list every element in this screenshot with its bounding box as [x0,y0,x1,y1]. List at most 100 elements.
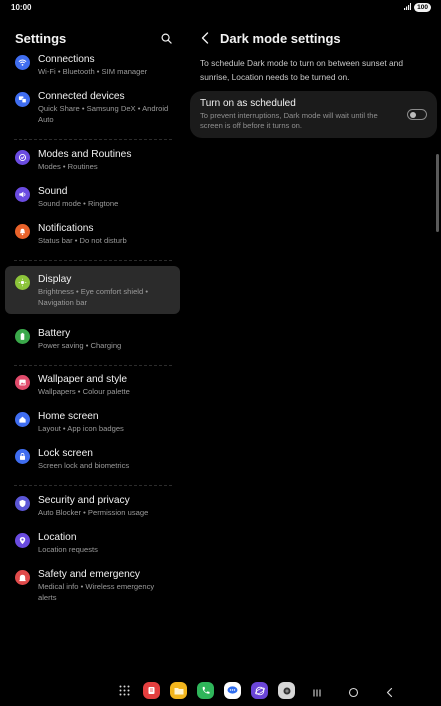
settings-item-text: Display Brightness • Eye comfort shield •… [38,274,172,308]
settings-item-title: Notifications [38,223,94,234]
apps-grid-icon[interactable] [116,682,133,699]
settings-item-text: Location Location requests [38,532,98,555]
dark-mode-pane: Dark mode settings To schedule Dark mode… [190,22,441,672]
turn-on-as-scheduled-setting[interactable]: Turn on as scheduled To prevent interrup… [190,91,437,138]
home-button-icon[interactable] [348,685,359,703]
settings-item-wallpaper[interactable]: Wallpaper and style Wallpapers • Colour p… [0,374,186,397]
search-icon[interactable] [160,32,172,44]
settings-item-title: Display [38,274,72,285]
settings-item-subtitle: Auto Blocker • Permission usage [38,508,149,517]
settings-item-title: Sound [38,186,68,197]
settings-item-subtitle: Location requests [38,545,98,554]
setting-subtitle: To prevent interruptions, Dark mode will… [200,111,378,130]
settings-item-subtitle: Screen lock and biometrics [38,461,130,470]
settings-item-display[interactable]: Display Brightness • Eye comfort shield •… [5,266,180,314]
navigation-bar [0,680,441,706]
settings-list-pane: Settings Connections Wi-Fi • Bluetooth • … [0,22,186,672]
taskbar-apps [116,682,295,699]
location-required-description: To schedule Dark mode to turn on between… [200,58,403,82]
settings-item-subtitle: Medical info • Wireless emergency alerts [38,582,155,602]
recents-icon[interactable] [312,685,322,703]
settings-item-subtitle: Quick Share • Samsung DeX • Android Auto [38,104,169,124]
settings-item-title: Home screen [38,411,99,422]
settings-item-battery[interactable]: Battery Power saving • Charging [0,328,186,351]
settings-item-text: Connected devices Quick Share • Samsung D… [38,91,173,125]
settings-item-lock-screen[interactable]: Lock screen Screen lock and biometrics [0,448,186,471]
settings-item-home-screen[interactable]: Home screen Layout • App icon badges [0,411,186,434]
settings-item-text: Modes and Routines Modes • Routines [38,149,131,172]
settings-item-subtitle: Wallpapers • Colour palette [38,387,130,396]
settings-item-title: Battery [38,328,71,339]
internet-icon[interactable] [251,682,268,699]
status-right: 100 [404,2,431,12]
detail-header: Dark mode settings [190,22,441,54]
home-icon [15,412,30,427]
scrollbar[interactable] [436,154,439,232]
system-navigation [312,685,394,703]
settings-item-text: Connections Wi-Fi • Bluetooth • SIM manag… [38,54,147,77]
sun-icon [15,275,30,290]
settings-item-title: Safety and emergency [38,569,140,580]
battery-icon: 100 [414,2,431,12]
camera-icon[interactable] [278,682,295,699]
page-title: Settings [15,30,67,46]
settings-item-location[interactable]: Location Location requests [0,532,186,555]
section-divider [14,365,172,366]
settings-item-safety[interactable]: Safety and emergency Medical info • Wirel… [0,569,186,603]
speaker-icon [15,187,30,202]
settings-item-title: Security and privacy [38,495,130,506]
settings-item-subtitle: Layout • App icon badges [38,424,124,433]
routines-icon [15,150,30,165]
settings-item-subtitle: Status bar • Do not disturb [38,236,127,245]
setting-text: Turn on as scheduled To prevent interrup… [200,98,399,131]
section-divider [14,485,172,486]
settings-item-text: Battery Power saving • Charging [38,328,121,351]
detail-title: Dark mode settings [220,30,341,46]
settings-item-subtitle: Power saving • Charging [38,341,122,350]
section-divider [14,139,172,140]
battery-icon [15,329,30,344]
settings-item-title: Modes and Routines [38,149,132,160]
back-icon[interactable] [198,31,212,45]
settings-item-text: Home screen Layout • App icon badges [38,411,124,434]
settings-item-notifications[interactable]: Notifications Status bar • Do not disturb [0,223,186,246]
settings-header: Settings [0,22,186,54]
location-icon [15,533,30,548]
settings-item-title: Location [38,532,77,543]
settings-item-text: Lock screen Screen lock and biometrics [38,448,129,471]
samsung-notes-icon[interactable] [143,682,160,699]
wifi-icon [15,55,30,70]
settings-item-subtitle: Brightness • Eye comfort shield • Naviga… [38,287,148,307]
settings-item-security[interactable]: Security and privacy Auto Blocker • Permi… [0,495,186,518]
setting-title: Turn on as scheduled [200,98,296,109]
settings-item-text: Sound Sound mode • Ringtone [38,186,118,209]
back-nav-icon[interactable] [385,685,394,703]
wallpaper-icon [15,375,30,390]
settings-item-text: Notifications Status bar • Do not disturb [38,223,127,246]
settings-item-subtitle: Sound mode • Ringtone [38,199,119,208]
settings-item-title: Lock screen [38,448,93,459]
shield-icon [15,496,30,511]
my-files-icon[interactable] [170,682,187,699]
phone-icon[interactable] [197,682,214,699]
lock-icon [15,449,30,464]
messages-icon[interactable] [224,682,241,699]
bell-icon [15,224,30,239]
settings-item-title: Wallpaper and style [38,374,128,385]
devices-icon [15,92,30,107]
settings-item-text: Security and privacy Auto Blocker • Permi… [38,495,148,518]
status-bar: 10:00 100 [0,0,441,14]
settings-item-connected-devices[interactable]: Connected devices Quick Share • Samsung D… [0,91,186,125]
signal-icon [404,2,412,12]
scheduled-toggle[interactable] [407,109,427,120]
settings-item-text: Safety and emergency Medical info • Wirel… [38,569,173,603]
section-divider [14,260,172,261]
emergency-icon [15,570,30,585]
settings-item-connections[interactable]: Connections Wi-Fi • Bluetooth • SIM manag… [0,54,186,77]
settings-item-sound[interactable]: Sound Sound mode • Ringtone [0,186,186,209]
settings-item-text: Wallpaper and style Wallpapers • Colour p… [38,374,130,397]
settings-item-modes-routines[interactable]: Modes and Routines Modes • Routines [0,149,186,172]
settings-menu: Connections Wi-Fi • Bluetooth • SIM manag… [0,54,186,603]
settings-item-title: Connected devices [38,91,125,102]
status-time: 10:00 [11,2,32,12]
